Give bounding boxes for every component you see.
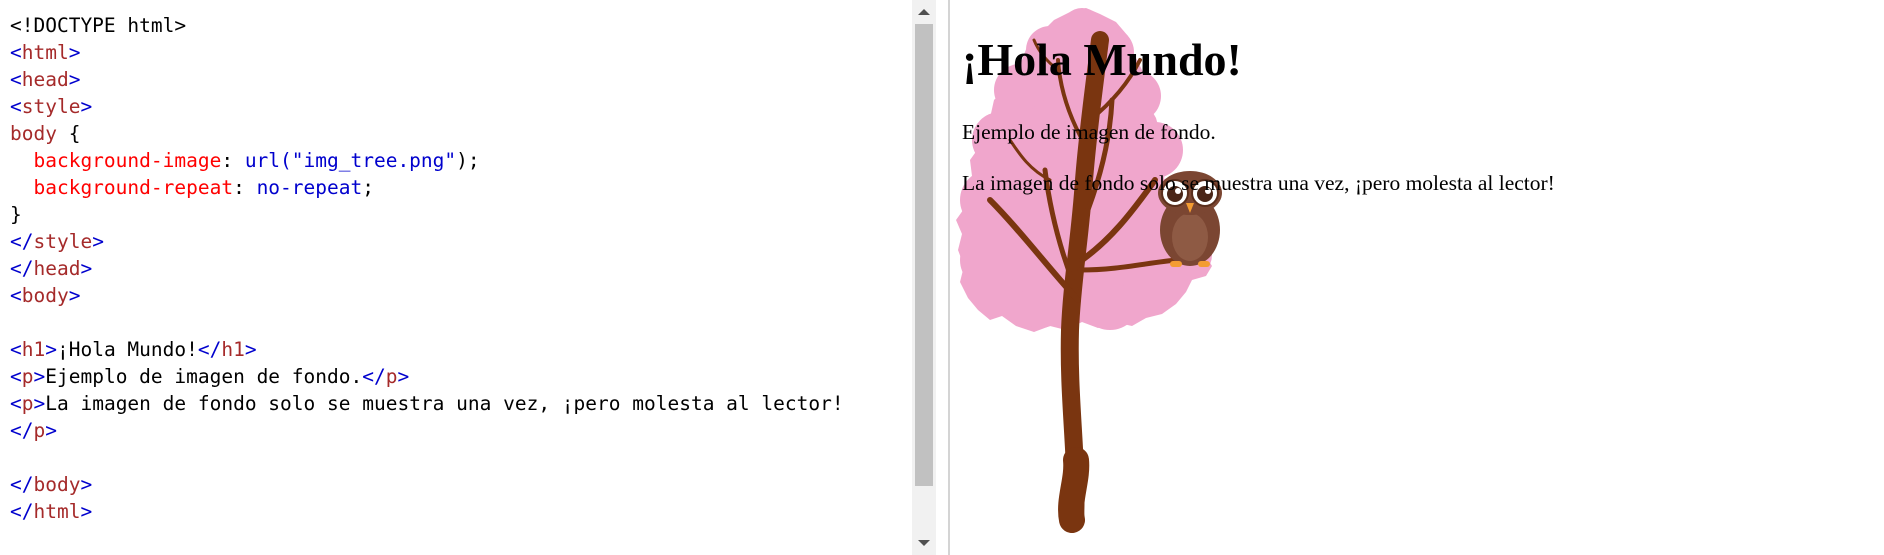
code-token: ¡Hola Mundo! (56, 338, 198, 361)
code-token: html (21, 41, 69, 64)
code-token: </ (10, 419, 34, 442)
code-token: < (10, 41, 22, 64)
code-token: body (10, 122, 57, 145)
code-token: > (397, 365, 410, 388)
code-line[interactable]: </html> (10, 498, 844, 525)
scroll-thumb[interactable] (915, 24, 933, 486)
code-token: : (233, 176, 257, 199)
code-text[interactable]: <!DOCTYPE html> <html> <head> <style> body {… (10, 12, 844, 525)
code-token: background-repeat (33, 176, 234, 199)
code-token: ); (456, 149, 480, 172)
code-line[interactable]: </p> (10, 417, 844, 444)
code-token: : (221, 149, 245, 172)
code-token: < (10, 284, 22, 307)
code-token: > (33, 365, 46, 388)
code-token: no-repeat (256, 176, 363, 199)
code-token: p (21, 365, 34, 388)
code-line[interactable]: </body> (10, 471, 844, 498)
code-line[interactable]: <html> (10, 39, 844, 66)
code-token: > (80, 257, 93, 280)
code-line[interactable]: </head> (10, 255, 844, 282)
code-token: > (244, 338, 257, 361)
code-token: p (385, 365, 398, 388)
code-line[interactable]: <p>La imagen de fondo solo se muestra un… (10, 390, 844, 417)
code-token: < (10, 68, 22, 91)
code-token: > (92, 230, 104, 253)
code-token: </ (10, 473, 34, 496)
editor-scrollbar[interactable] (912, 0, 936, 555)
preview-paragraph-2: La imagen de fondo solo se muestra una v… (962, 171, 1555, 195)
code-token: body (33, 473, 81, 496)
code-token: Ejemplo de imagen de fondo. (45, 365, 363, 388)
code-line[interactable]: <body> (10, 282, 844, 309)
code-token: </ (362, 365, 386, 388)
code-token: < (10, 365, 22, 388)
preview-heading: ¡Hola Mundo! (962, 34, 1242, 85)
code-line[interactable]: <!DOCTYPE html> (10, 12, 844, 39)
code-line[interactable]: <head> (10, 66, 844, 93)
code-token: </ (197, 338, 222, 361)
code-token: { (56, 122, 81, 145)
code-token: > (45, 338, 57, 361)
scroll-up-button[interactable] (912, 2, 936, 22)
code-line[interactable]: background-image: url("img_tree.png"); (10, 147, 844, 174)
code-token: La imagen de fondo solo se muestra una v… (45, 392, 844, 415)
code-token: html (33, 500, 81, 523)
code-token: > (80, 95, 93, 118)
triangle-down-icon (918, 540, 930, 546)
code-line[interactable]: background-repeat: no-repeat; (10, 174, 844, 201)
code-token: <!DOCTYPE html> (10, 14, 187, 37)
code-token: head (33, 257, 81, 280)
scroll-down-button[interactable] (912, 533, 936, 553)
code-token: style (21, 95, 81, 118)
code-token: h1 (221, 338, 245, 361)
code-token: style (33, 230, 93, 253)
code-token: p (33, 419, 46, 442)
code-line[interactable] (10, 309, 844, 336)
code-token: </ (10, 500, 34, 523)
code-line[interactable]: <h1>¡Hola Mundo!</h1> (10, 336, 844, 363)
code-token: > (45, 419, 57, 442)
code-token: body (21, 284, 69, 307)
code-token: > (68, 41, 81, 64)
code-token: "img_tree.png" (291, 149, 457, 172)
code-token: background-image (33, 149, 222, 172)
code-line[interactable]: } (10, 201, 844, 228)
code-token: < (10, 95, 22, 118)
code-token: > (68, 284, 81, 307)
code-token: h1 (21, 338, 46, 361)
result-preview: ¡Hola Mundo! Ejemplo de imagen de fondo.… (950, 0, 1884, 555)
code-editor[interactable]: <!DOCTYPE html> <html> <head> <style> body {… (0, 0, 912, 555)
code-token: ; (362, 176, 374, 199)
code-line[interactable]: <p>Ejemplo de imagen de fondo.</p> (10, 363, 844, 390)
preview-paragraph-1: Ejemplo de imagen de fondo. (962, 120, 1216, 144)
tryit-editor-window: <!DOCTYPE html> <html> <head> <style> body {… (0, 0, 1884, 555)
code-token: </ (10, 257, 34, 280)
code-line[interactable]: <style> (10, 93, 844, 120)
code-token: < (10, 338, 22, 361)
code-token: > (68, 68, 81, 91)
code-token: url( (244, 149, 292, 172)
code-token: p (21, 392, 34, 415)
code-token: < (10, 392, 22, 415)
code-line[interactable]: body { (10, 120, 844, 147)
code-token: } (10, 203, 22, 226)
code-token: > (33, 392, 46, 415)
code-line[interactable] (10, 444, 844, 471)
preview-content: ¡Hola Mundo! Ejemplo de imagen de fondo.… (962, 0, 1555, 196)
triangle-up-icon (918, 9, 930, 15)
code-token: > (80, 473, 93, 496)
code-token: head (21, 68, 69, 91)
code-token: > (80, 500, 93, 523)
code-token: </ (10, 230, 34, 253)
code-line[interactable]: </style> (10, 228, 844, 255)
